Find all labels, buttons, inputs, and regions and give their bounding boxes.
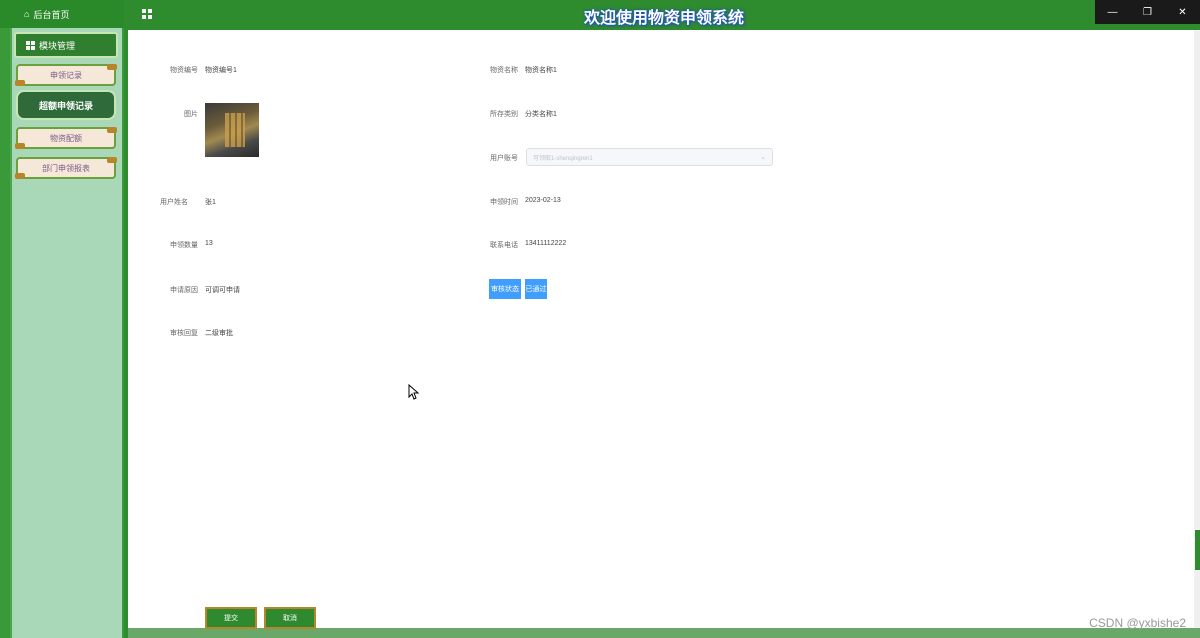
reason-value: 可调可申请 (205, 287, 240, 294)
material-code-label: 物资编号 (170, 67, 198, 74)
sidebar-item-dept-report[interactable]: 部门申领报表 (15, 157, 117, 179)
bottom-bar (128, 628, 1200, 638)
material-name-value: 物资名称1 (525, 67, 557, 74)
reason-label: 申请原因 (170, 287, 198, 294)
apply-time-value: 2023-02-13 (525, 197, 561, 204)
minimize-button[interactable]: — (1095, 0, 1130, 24)
sidebar-item-over-apply-records[interactable]: 超额申领记录 (16, 90, 116, 120)
cancel-button[interactable]: 取消 (264, 607, 316, 629)
apply-qty-label: 申领数量 (170, 242, 198, 249)
review-reply-label: 审核回复 (170, 330, 198, 337)
phone-label: 联系电话 (490, 242, 518, 249)
sidebar-item-material-quota[interactable]: 物资配额 (15, 127, 117, 149)
material-code-value: 物资编号1 (205, 67, 237, 74)
menu-header-label: 模块管理 (39, 40, 76, 51)
scrollbar-thumb[interactable] (1195, 530, 1200, 570)
header-bar: 欢迎使用物资申领系统 (128, 0, 1200, 28)
user-name-label: 用户姓名 (160, 199, 188, 206)
sidebar-home-label: 后台首页 (33, 9, 70, 20)
grid-icon (26, 40, 35, 50)
menu-header-module-management[interactable]: 模块管理 (14, 32, 118, 58)
material-photo[interactable] (205, 103, 259, 157)
sidebar-item-apply-records[interactable]: 申领记录 (15, 64, 117, 86)
sidebar-item-label: 申领记录 (50, 70, 82, 80)
sidebar-home-link[interactable]: ⌂ 后台首页 (0, 0, 124, 28)
review-status-value: 已通过 (525, 279, 547, 299)
restore-button[interactable]: ❐ (1130, 0, 1165, 24)
sidebar-item-label: 超额申领记录 (38, 100, 93, 111)
chevron-down-icon: ⌄ (760, 154, 766, 161)
home-icon: ⌂ (24, 9, 30, 19)
user-id-label: 用户账号 (490, 155, 518, 162)
watermark: CSDN @yxbishe2 (1089, 616, 1186, 630)
apply-time-label: 申领时间 (490, 199, 518, 206)
user-id-placeholder: 可领取1-shenqingren1 (533, 155, 593, 162)
review-reply-value: 二级审批 (205, 330, 233, 337)
user-id-select[interactable]: 可领取1-shenqingren1 ⌄ (526, 148, 773, 166)
sidebar-item-label: 部门申领报表 (42, 163, 90, 173)
page-title: 欢迎使用物资申领系统 (583, 10, 744, 27)
review-status-label: 审核状态 (489, 279, 521, 299)
category-label: 所存类别 (490, 111, 518, 118)
category-value: 分类名称1 (525, 111, 557, 118)
window-controls: — ❐ ✕ (1095, 0, 1200, 24)
sidebar-item-label: 物资配额 (50, 133, 82, 143)
material-name-label: 物资名称 (490, 67, 518, 74)
scrollbar[interactable] (1194, 30, 1200, 628)
submit-button[interactable]: 提交 (205, 607, 257, 629)
user-name-value: 张1 (205, 199, 216, 206)
apply-qty-value: 13 (205, 240, 213, 247)
main-content (128, 30, 1194, 628)
image-label: 图片 (184, 111, 198, 118)
phone-value: 13411112222 (525, 240, 567, 247)
close-button[interactable]: ✕ (1165, 0, 1200, 24)
